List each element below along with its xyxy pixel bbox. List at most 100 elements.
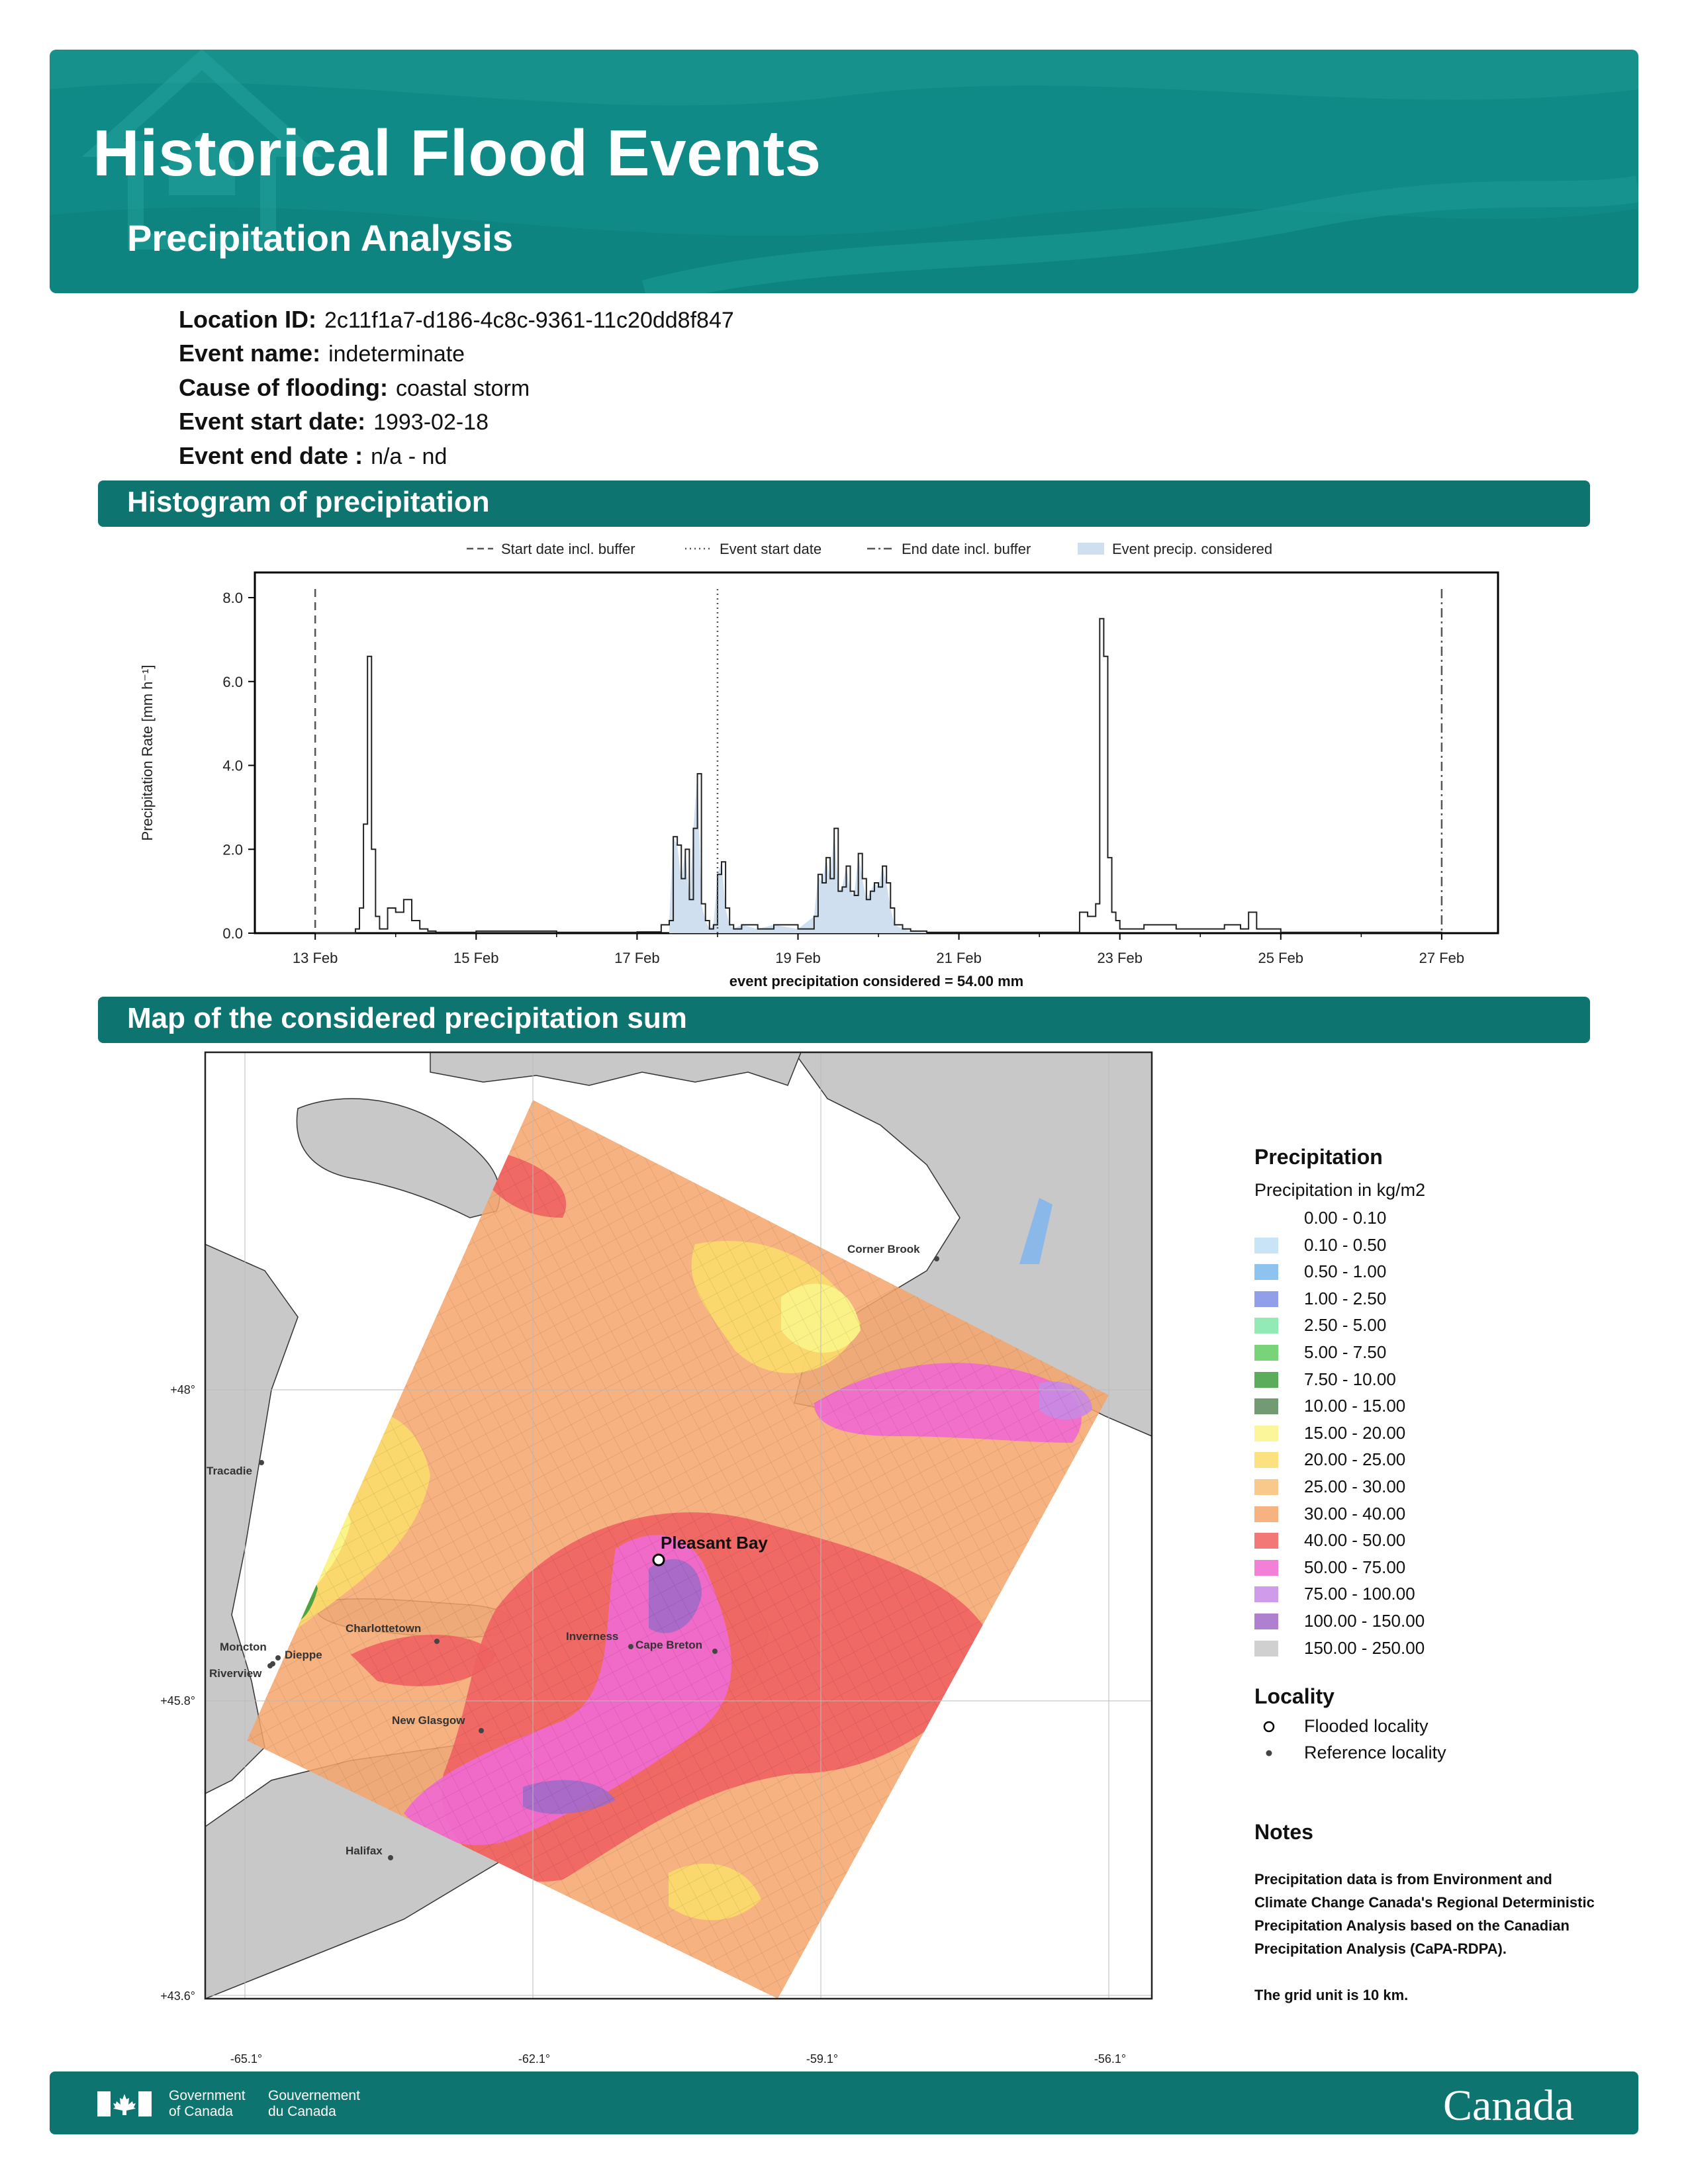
legend-label: 5.00 - 7.50 <box>1304 1342 1387 1362</box>
legend-item: 75.00 - 100.00 <box>1254 1584 1585 1606</box>
meta-event-start-date: Event start date: 1993-02-18 <box>179 408 489 435</box>
legend-swatch-fill <box>1078 543 1104 555</box>
reference-locality-label: Halifax <box>346 1844 383 1857</box>
header-banner: Historical Flood Events Precipitation An… <box>50 50 1638 293</box>
legend-swatch <box>1254 1452 1278 1469</box>
y-tick-label: 4.0 <box>222 758 243 774</box>
reference-locality-dot <box>275 1655 281 1661</box>
legend-item: 0.10 - 0.50 <box>1254 1235 1585 1257</box>
legend-swatch <box>1254 1559 1278 1576</box>
legend-swatch <box>1254 1479 1278 1495</box>
legend-item: 50.00 - 75.00 <box>1254 1557 1585 1580</box>
legend-label: 0.50 - 1.00 <box>1304 1261 1387 1282</box>
reference-locality-label: Corner Brook <box>847 1243 920 1255</box>
legend-subtitle: Precipitation in kg/m2 <box>1254 1180 1426 1200</box>
legend-label: 75.00 - 100.00 <box>1304 1584 1415 1604</box>
legend-label: 2.50 - 5.00 <box>1304 1315 1387 1336</box>
canada-flag-icon <box>97 2091 152 2116</box>
footer-banner: Government of Canada Gouvernement du Canad… <box>50 2071 1638 2134</box>
y-tick-label: 8.0 <box>222 590 243 606</box>
x-tick-label: 17 Feb <box>614 950 660 966</box>
legend-swatch <box>1254 1614 1278 1629</box>
histogram-legend-label: Event start date <box>720 541 821 557</box>
legend-item: 150.00 - 250.00 <box>1254 1638 1585 1661</box>
event-precip-total: event precipitation considered = 54.00 m… <box>729 973 1023 989</box>
legend-label: 50.00 - 75.00 <box>1304 1557 1406 1577</box>
legend-label: 20.00 - 25.00 <box>1304 1449 1406 1470</box>
legend-label: 10.00 - 15.00 <box>1304 1396 1406 1416</box>
legend-item: 40.00 - 50.00 <box>1254 1530 1585 1553</box>
histogram-legend-label: Event precip. considered <box>1112 541 1272 557</box>
page-subtitle: Precipitation Analysis <box>127 217 513 259</box>
legend-label: 150.00 - 250.00 <box>1304 1637 1425 1658</box>
x-tick-label: 21 Feb <box>936 950 982 966</box>
reference-locality-label: Tracadie <box>207 1465 252 1477</box>
gov-fr: Gouvernement du Canada <box>268 2088 360 2119</box>
map-lon-tick: -62.1° <box>518 2052 550 2065</box>
legend-swatch <box>1254 1533 1278 1549</box>
legend-item: 25.00 - 30.00 <box>1254 1477 1585 1499</box>
meta-cause-of-flooding: Cause of flooding: coastal storm <box>179 374 530 401</box>
x-tick-label: 25 Feb <box>1258 950 1304 966</box>
legend-item: 100.00 - 150.00 <box>1254 1611 1585 1633</box>
precipitation-map: Corner Brook Tracadie Moncton Dieppe Rivervi… <box>160 1051 1153 2065</box>
reference-locality-label: Cape Breton <box>635 1639 702 1651</box>
reference-locality-dot <box>259 1460 264 1465</box>
legend-item: 0.50 - 1.00 <box>1254 1261 1585 1284</box>
legend-swatch <box>1254 1371 1278 1388</box>
map-lon-tick: -56.1° <box>1094 2052 1126 2065</box>
reference-locality-label: Dieppe <box>285 1649 322 1661</box>
legend-label: 0.10 - 0.50 <box>1304 1234 1387 1255</box>
legend-swatch <box>1254 1318 1278 1334</box>
legend-swatch <box>1254 1264 1278 1281</box>
legend-item: 1.00 - 2.50 <box>1254 1289 1585 1311</box>
legend-label: 7.50 - 10.00 <box>1304 1369 1396 1389</box>
legend-item: 15.00 - 20.00 <box>1254 1423 1585 1445</box>
page-title: Historical Flood Events <box>93 116 821 189</box>
legend-swatch <box>1254 1506 1278 1522</box>
legend-item: 2.50 - 5.00 <box>1254 1315 1585 1338</box>
legend-swatch <box>1254 1398 1278 1415</box>
legend-swatch <box>1254 1291 1278 1307</box>
legend-swatch <box>1254 1237 1278 1253</box>
legend-swatch <box>1254 1210 1278 1226</box>
reference-locality-dot <box>712 1649 718 1654</box>
map-lat-tick: +43.6° <box>160 1989 195 2003</box>
legend-label: 15.00 - 20.00 <box>1304 1422 1406 1443</box>
legend-label: 100.00 - 150.00 <box>1304 1611 1425 1631</box>
x-tick-label: 19 Feb <box>775 950 821 966</box>
precipitation-histogram: Start date incl. buffer Event start date E… <box>139 541 1499 989</box>
legend-swatch <box>1254 1345 1278 1361</box>
histogram-legend-label: End date incl. buffer <box>902 541 1031 557</box>
map-lat-tick: +48° <box>170 1383 195 1396</box>
legend-title: Precipitation <box>1254 1145 1383 1169</box>
legend-label: 25.00 - 30.00 <box>1304 1477 1406 1496</box>
reference-locality-dot <box>434 1639 440 1644</box>
meta-event-end-date: Event end date : n/a - nd <box>179 442 447 469</box>
legend-item: 30.00 - 40.00 <box>1254 1504 1585 1526</box>
notes-title: Notes <box>1254 1820 1313 1844</box>
y-tick-label: 6.0 <box>222 674 243 690</box>
reference-locality-label: Moncton <box>220 1641 267 1653</box>
x-tick-label: 27 Feb <box>1419 950 1465 966</box>
legend-item: 10.00 - 15.00 <box>1254 1396 1585 1418</box>
reference-locality-dot <box>628 1644 633 1649</box>
legend-item: 7.50 - 10.00 <box>1254 1369 1585 1392</box>
reference-locality-label: Inverness <box>566 1630 618 1643</box>
gov-en: Government of Canada <box>169 2088 246 2119</box>
map-lon-tick: -65.1° <box>230 2052 262 2065</box>
legend-item: 0.00 - 0.10 <box>1254 1208 1585 1230</box>
legend-label: 0.00 - 0.10 <box>1304 1208 1387 1228</box>
notes-text: Precipitation data is from Environment a… <box>1254 1868 1599 2007</box>
legend-item: 20.00 - 25.00 <box>1254 1449 1585 1472</box>
histogram-legend: Start date incl. buffer Event start date E… <box>467 541 1272 557</box>
locality-title: Locality <box>1254 1684 1335 1708</box>
legend-swatch <box>1254 1640 1278 1657</box>
legend-label: 30.00 - 40.00 <box>1304 1503 1406 1524</box>
reference-locality-dot <box>934 1256 939 1261</box>
map-lon-tick: -59.1° <box>806 2052 838 2065</box>
reference-locality-label: Charlottetown <box>346 1622 421 1635</box>
histogram-legend-label: Start date incl. buffer <box>501 541 635 557</box>
section-histogram-title: Histogram of precipitation <box>98 480 1590 527</box>
map-lat-tick: +45.8° <box>160 1694 195 1707</box>
